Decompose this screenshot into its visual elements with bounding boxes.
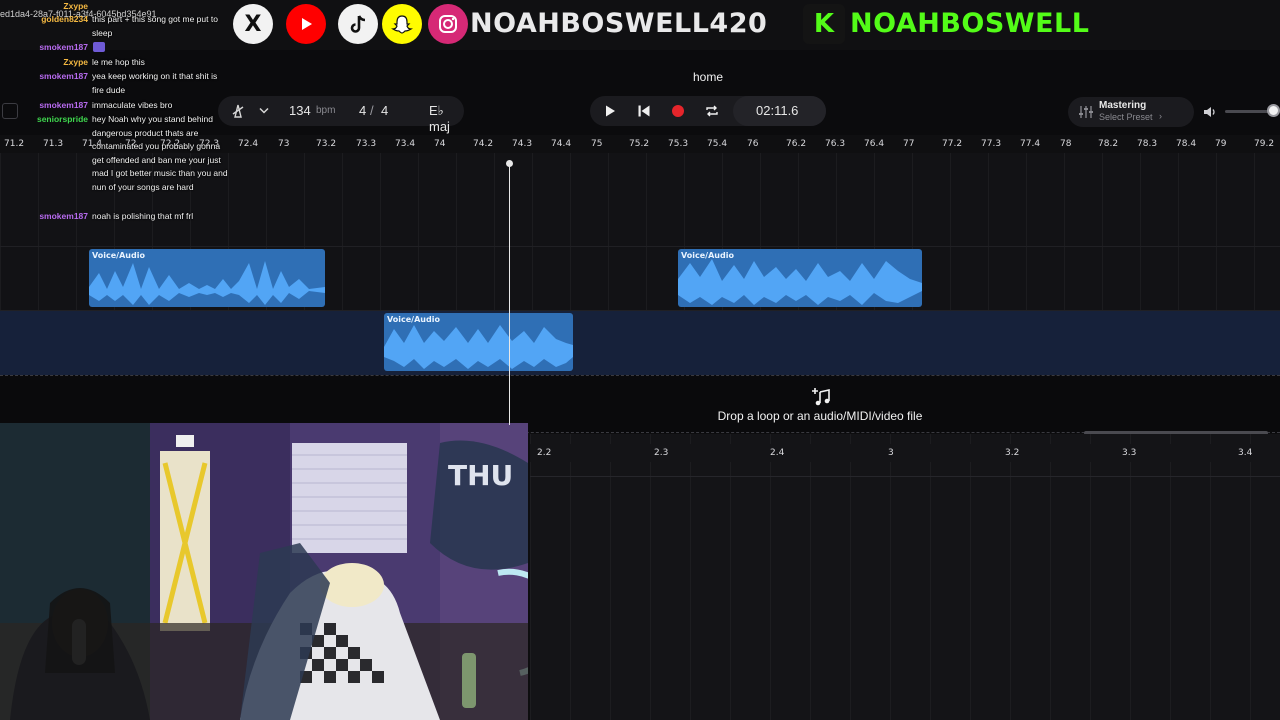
window-title: home bbox=[692, 70, 724, 84]
ruler-tick: 73.3 bbox=[356, 139, 377, 149]
ruler-tick: 78.3 bbox=[1137, 139, 1158, 149]
ruler-tick: 3.4 bbox=[1238, 448, 1253, 458]
chat-text: hey Noah why you stand behind dangerous … bbox=[92, 114, 228, 192]
ruler-tick: 3 bbox=[888, 448, 894, 458]
stream-chat-overlay: ed1da4-28a7-f011-a3f4-6045bd354e91 Zxype… bbox=[0, 0, 230, 230]
volume-slider[interactable] bbox=[1225, 110, 1271, 113]
ruler-tick: 77.2 bbox=[942, 139, 963, 149]
kick-logo-letter: K bbox=[813, 9, 835, 39]
skip-to-start-icon[interactable] bbox=[637, 104, 651, 118]
webcam-image: THU bbox=[0, 423, 528, 720]
kick-handle: NOAHBOSWELL bbox=[850, 8, 1090, 39]
chat-username: golden8234 bbox=[41, 14, 88, 24]
x-icon: X bbox=[233, 4, 273, 44]
time-signature-separator: / bbox=[370, 103, 374, 118]
ruler-tick: 79 bbox=[1215, 139, 1227, 149]
volume-slider-handle[interactable] bbox=[1267, 104, 1280, 117]
ruler-tick: 78 bbox=[1060, 139, 1072, 149]
record-icon[interactable] bbox=[671, 104, 685, 118]
ruler-tick: 75.2 bbox=[629, 139, 650, 149]
kick-icon: K bbox=[803, 4, 845, 44]
chevron-right-icon: › bbox=[1159, 111, 1162, 121]
ruler-tick: 76.2 bbox=[786, 139, 807, 149]
ruler-tick: 72.4 bbox=[238, 139, 259, 149]
waveform bbox=[678, 259, 922, 305]
loop-icon[interactable] bbox=[705, 104, 719, 118]
chat-text: immaculate vibes bro bbox=[92, 100, 173, 110]
instagram-icon bbox=[428, 4, 468, 44]
chat-text: this part + this song got me put to slee… bbox=[92, 14, 218, 38]
playhead[interactable] bbox=[509, 163, 510, 425]
play-icon[interactable] bbox=[603, 104, 617, 118]
youtube-icon bbox=[286, 4, 326, 44]
audio-clip[interactable]: Voice/Audio bbox=[678, 249, 922, 307]
ruler-tick: 75.4 bbox=[707, 139, 728, 149]
volume-icon[interactable] bbox=[1202, 104, 1218, 120]
tempo-group: 134 bpm 4 / 4 E♭ maj bbox=[218, 96, 464, 134]
chat-text: noah is polishing that mf frl bbox=[92, 211, 194, 221]
chat-text: yea keep working on it that shit is fire… bbox=[92, 71, 218, 95]
metronome-icon[interactable] bbox=[230, 103, 246, 119]
ruler-tick: 3.3 bbox=[1122, 448, 1137, 458]
ruler-tick: 78.4 bbox=[1176, 139, 1197, 149]
ruler-tick: 73.2 bbox=[316, 139, 337, 149]
ruler-tick: 2.4 bbox=[770, 448, 785, 458]
chat-username: smokem187 bbox=[39, 100, 88, 110]
svg-text:THU: THU bbox=[448, 459, 513, 492]
audio-clip[interactable]: Voice/Audio bbox=[384, 313, 573, 371]
bpm-unit: bpm bbox=[316, 105, 336, 116]
tiktok-icon bbox=[338, 4, 378, 44]
drop-zone-label: Drop a loop or an audio/MIDI/video file bbox=[717, 409, 923, 423]
chat-username: Zxype bbox=[63, 1, 88, 11]
ruler-tick: 76.3 bbox=[825, 139, 846, 149]
ruler-tick: 73.4 bbox=[395, 139, 416, 149]
playhead-handle[interactable] bbox=[506, 160, 513, 167]
mastering-button[interactable]: Mastering Select Preset › bbox=[1068, 97, 1194, 127]
ruler-tick: 73 bbox=[278, 139, 290, 149]
ruler-tick: 75 bbox=[591, 139, 603, 149]
ruler-tick: 77.4 bbox=[1020, 139, 1041, 149]
chat-text: le me hop this bbox=[92, 57, 145, 67]
key-selector[interactable]: E♭ maj bbox=[429, 103, 464, 134]
ruler-tick: 77.3 bbox=[981, 139, 1002, 149]
ruler-tick: 74.2 bbox=[473, 139, 494, 149]
editor-ruler[interactable]: 2.2 2.3 2.4 3 3.2 3.3 3.4 bbox=[530, 444, 1280, 462]
chat-username: smokem187 bbox=[39, 71, 88, 81]
ruler-tick: 75.3 bbox=[668, 139, 689, 149]
ruler-tick: 76.4 bbox=[864, 139, 885, 149]
time-signature-bottom[interactable]: 4 bbox=[381, 103, 388, 118]
track-lane-2[interactable] bbox=[0, 310, 1280, 375]
time-readout: 02:11.6 bbox=[756, 103, 799, 118]
ruler-tick: 79.2 bbox=[1254, 139, 1275, 149]
chat-username: seniorspride bbox=[36, 114, 88, 124]
chat-username: smokem187 bbox=[39, 42, 88, 52]
ruler-tick: 76 bbox=[747, 139, 759, 149]
ruler-tick: 77 bbox=[903, 139, 915, 149]
add-music-note-icon bbox=[812, 388, 830, 406]
time-signature-top[interactable]: 4 bbox=[359, 103, 366, 118]
bpm-value[interactable]: 134 bbox=[289, 103, 311, 118]
streamer-handle: NOAHBOSWELL420 bbox=[470, 8, 768, 39]
ruler-tick: 3.2 bbox=[1005, 448, 1020, 458]
ruler-tick: 2.3 bbox=[654, 448, 669, 458]
sliders-icon bbox=[1079, 106, 1093, 118]
chat-username: smokem187 bbox=[39, 211, 88, 221]
ruler-tick: 2.2 bbox=[537, 448, 552, 458]
ruler-tick: 74.4 bbox=[551, 139, 572, 149]
ruler-tick: 74.3 bbox=[512, 139, 533, 149]
audio-clip[interactable]: Voice/Audio bbox=[89, 249, 325, 307]
ruler-tick: 78.2 bbox=[1098, 139, 1119, 149]
divider bbox=[530, 476, 1280, 477]
transport-group: 02:11.6 bbox=[590, 96, 826, 126]
chat-emote bbox=[93, 42, 105, 52]
waveform bbox=[384, 325, 573, 369]
snapchat-icon bbox=[382, 4, 422, 44]
chat-username: Zxype bbox=[63, 57, 88, 67]
mastering-label: Mastering bbox=[1099, 100, 1147, 111]
waveform bbox=[89, 261, 325, 305]
mastering-preset: Select Preset bbox=[1099, 112, 1153, 122]
chevron-down-icon[interactable] bbox=[259, 107, 269, 115]
ruler-tick: 74 bbox=[434, 139, 446, 149]
webcam-feed: THU bbox=[0, 423, 528, 720]
